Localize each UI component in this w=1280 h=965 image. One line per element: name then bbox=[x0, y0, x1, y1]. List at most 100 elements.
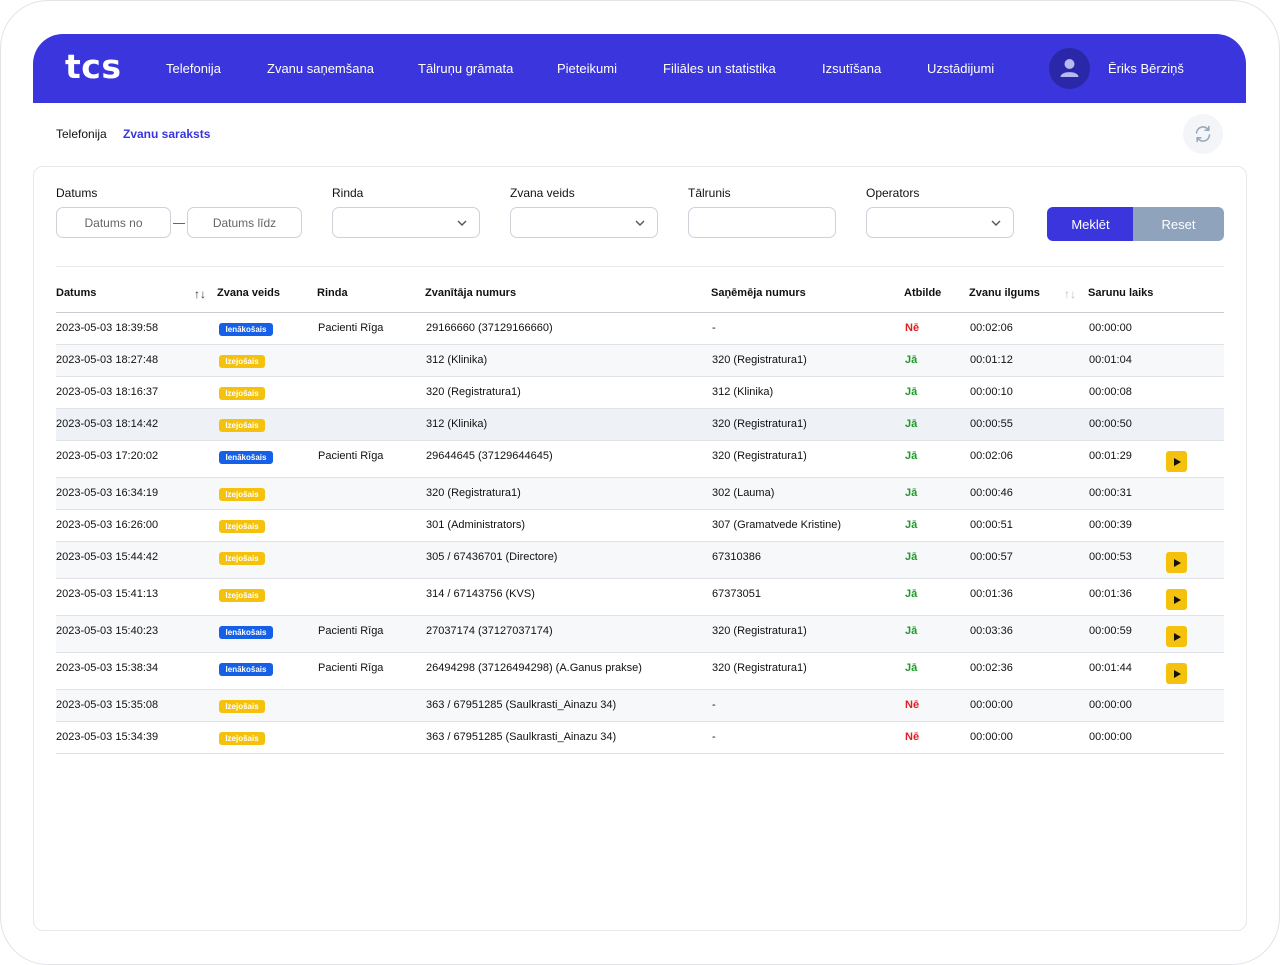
nav-item-uzstadijumi[interactable]: Uzstādijumi bbox=[927, 61, 994, 76]
play-recording-button[interactable] bbox=[1166, 451, 1187, 472]
cell-talk-time: 00:00:00 bbox=[1089, 322, 1132, 334]
call-type-badge: Izejošais bbox=[219, 589, 265, 602]
cell-receiver: 307 (Gramatvede Kristine) bbox=[712, 519, 841, 531]
cell-talk-time: 00:00:00 bbox=[1089, 699, 1132, 711]
cell-date: 2023-05-03 18:14:42 bbox=[56, 418, 159, 430]
cell-date: 2023-05-03 18:27:48 bbox=[56, 354, 159, 366]
nav-item-pieteikumi[interactable]: Pieteikumi bbox=[557, 61, 617, 76]
queue-filter-label: Rinda bbox=[332, 186, 364, 200]
table-row[interactable]: 2023-05-03 18:39:58 Pacienti Rīga 29166660… bbox=[56, 313, 1224, 345]
cell-answer: Nē bbox=[905, 699, 920, 711]
breadcrumb-parent[interactable]: Telefonija bbox=[56, 127, 107, 141]
cell-receiver: - bbox=[712, 731, 716, 743]
cell-answer: Jā bbox=[905, 519, 918, 531]
cell-duration: 00:00:57 bbox=[970, 551, 1013, 563]
play-icon bbox=[1173, 595, 1181, 604]
play-recording-button[interactable] bbox=[1166, 626, 1187, 647]
cell-caller: 29644645 (37129644645) bbox=[426, 450, 553, 462]
top-navbar: tcs Telefonija Zvanu saņemšana Tālruņu g… bbox=[33, 34, 1246, 103]
cell-date: 2023-05-03 18:16:37 bbox=[56, 386, 159, 398]
nav-item-telefonija[interactable]: Telefonija bbox=[166, 61, 221, 76]
table-row[interactable]: 2023-05-03 15:44:42 305 / 67436701 (Direc… bbox=[56, 542, 1224, 579]
cell-talk-time: 00:00:31 bbox=[1089, 487, 1132, 499]
column-header-caller[interactable]: Zvanītāja numurs bbox=[425, 287, 516, 299]
cell-answer: Nē bbox=[905, 731, 920, 743]
cell-duration: 00:01:12 bbox=[970, 354, 1013, 366]
cell-talk-time: 00:01:04 bbox=[1089, 354, 1132, 366]
logo[interactable]: tcs bbox=[65, 47, 121, 86]
cell-caller: 301 (Administrators) bbox=[426, 519, 526, 531]
column-header-queue[interactable]: Rinda bbox=[317, 287, 348, 299]
date-to-input[interactable]: Datums līdz bbox=[187, 207, 302, 238]
column-header-date[interactable]: Datums bbox=[56, 287, 96, 299]
cell-answer: Jā bbox=[905, 662, 918, 674]
user-avatar[interactable] bbox=[1049, 48, 1090, 89]
call-type-badge: Ienākošais bbox=[219, 626, 273, 639]
nav-item-izsutisana[interactable]: Izsutīšana bbox=[822, 61, 881, 76]
cell-caller: 320 (Registratura1) bbox=[426, 487, 521, 499]
cell-queue: Pacienti Rīga bbox=[318, 625, 384, 637]
cell-receiver: 67310386 bbox=[712, 551, 761, 563]
table-row[interactable]: 2023-05-03 15:41:13 314 / 67143756 (KVS) 6… bbox=[56, 579, 1224, 616]
cell-receiver: 320 (Registratura1) bbox=[712, 662, 807, 674]
call-type-badge: Izejošais bbox=[219, 488, 265, 501]
table-row[interactable]: 2023-05-03 18:14:42 312 (Klinika) 320 (Reg… bbox=[56, 409, 1224, 441]
table-row[interactable]: 2023-05-03 15:35:08 363 / 67951285 (Saulk… bbox=[56, 690, 1224, 722]
nav-item-filiales-statistika[interactable]: Filiāles un statistika bbox=[663, 61, 776, 76]
cell-talk-time: 00:00:50 bbox=[1089, 418, 1132, 430]
table-body: 2023-05-03 18:39:58 Pacienti Rīga 29166660… bbox=[56, 313, 1224, 754]
cell-receiver: - bbox=[712, 322, 716, 334]
search-button[interactable]: Meklēt bbox=[1047, 207, 1134, 241]
column-header-answer[interactable]: Atbilde bbox=[904, 287, 941, 299]
date-from-input[interactable]: Datums no bbox=[56, 207, 171, 238]
date-filter-label: Datums bbox=[56, 186, 98, 200]
play-recording-button[interactable] bbox=[1166, 552, 1187, 573]
cell-date: 2023-05-03 16:26:00 bbox=[56, 519, 159, 531]
chevron-down-icon bbox=[991, 220, 1001, 226]
refresh-button[interactable] bbox=[1183, 114, 1223, 154]
cell-receiver: 320 (Registratura1) bbox=[712, 625, 807, 637]
table-row[interactable]: 2023-05-03 18:16:37 320 (Registratura1) 31… bbox=[56, 377, 1224, 409]
table-header: Datums ↑↓ Zvana veids Rinda Zvanītāja nu… bbox=[56, 277, 1224, 313]
column-header-talk-time[interactable]: Sarunu laiks bbox=[1088, 287, 1153, 299]
table-row[interactable]: 2023-05-03 16:26:00 301 (Administrators) 3… bbox=[56, 510, 1224, 542]
user-name[interactable]: Ēriks Bērziņš bbox=[1108, 61, 1184, 76]
queue-select[interactable] bbox=[332, 207, 480, 238]
table-row[interactable]: 2023-05-03 17:20:02 Pacienti Rīga 29644645… bbox=[56, 441, 1224, 478]
column-header-duration[interactable]: Zvanu ilgums bbox=[969, 287, 1040, 299]
cell-caller: 312 (Klinika) bbox=[426, 418, 488, 430]
cell-date: 2023-05-03 15:38:34 bbox=[56, 662, 159, 674]
sort-icon[interactable]: ↑↓ bbox=[1064, 287, 1076, 301]
play-recording-button[interactable] bbox=[1166, 663, 1187, 684]
cell-date: 2023-05-03 16:34:19 bbox=[56, 487, 159, 499]
call-type-badge: Izejošais bbox=[219, 520, 265, 533]
table-row[interactable]: 2023-05-03 15:38:34 Pacienti Rīga 26494298… bbox=[56, 653, 1224, 690]
call-type-badge: Izejošais bbox=[219, 732, 265, 745]
cell-answer: Jā bbox=[905, 487, 918, 499]
cell-answer: Jā bbox=[905, 354, 918, 366]
call-type-select[interactable] bbox=[510, 207, 658, 238]
call-type-badge: Izejošais bbox=[219, 355, 265, 368]
reset-button[interactable]: Reset bbox=[1133, 207, 1224, 241]
call-type-badge: Ienākošais bbox=[219, 451, 273, 464]
table-row[interactable]: 2023-05-03 18:27:48 312 (Klinika) 320 (Reg… bbox=[56, 345, 1224, 377]
refresh-icon bbox=[1195, 125, 1211, 143]
column-header-call-type[interactable]: Zvana veids bbox=[217, 287, 280, 299]
operator-select[interactable] bbox=[866, 207, 1014, 238]
table-row[interactable]: 2023-05-03 15:40:23 Pacienti Rīga 27037174… bbox=[56, 616, 1224, 653]
cell-duration: 00:02:36 bbox=[970, 662, 1013, 674]
sort-icon[interactable]: ↑↓ bbox=[194, 287, 206, 301]
cell-receiver: 302 (Lauma) bbox=[712, 487, 775, 499]
phone-input[interactable] bbox=[688, 207, 836, 238]
cell-answer: Jā bbox=[905, 551, 918, 563]
nav-item-zvanu-sanemsana[interactable]: Zvanu saņemšana bbox=[267, 61, 374, 76]
table-row[interactable]: 2023-05-03 15:34:39 363 / 67951285 (Saulk… bbox=[56, 722, 1224, 754]
nav-item-talrunu-gramata[interactable]: Tālruņu grāmata bbox=[418, 61, 513, 76]
cell-receiver: - bbox=[712, 699, 716, 711]
cell-answer: Jā bbox=[905, 588, 918, 600]
play-recording-button[interactable] bbox=[1166, 589, 1187, 610]
column-header-receiver[interactable]: Saņēmēja numurs bbox=[711, 287, 806, 299]
date-range-separator bbox=[173, 223, 185, 224]
table-row[interactable]: 2023-05-03 16:34:19 320 (Registratura1) 30… bbox=[56, 478, 1224, 510]
cell-duration: 00:02:06 bbox=[970, 322, 1013, 334]
